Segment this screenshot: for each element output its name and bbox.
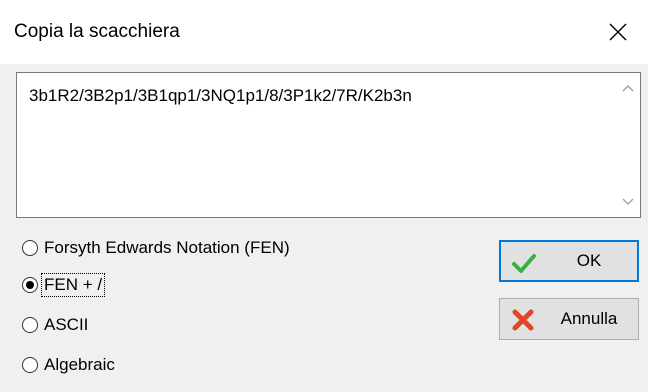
radio-label: Algebraic <box>44 355 115 374</box>
close-icon <box>609 23 627 41</box>
red-x-icon <box>512 309 534 331</box>
radio-fen[interactable]: Forsyth Edwards Notation (FEN) <box>22 235 292 261</box>
radio-label: Forsyth Edwards Notation (FEN) <box>44 238 290 257</box>
close-button[interactable] <box>588 0 648 64</box>
radio-algebraic[interactable]: Algebraic <box>22 352 117 378</box>
checkmark-icon <box>512 254 536 273</box>
vertical-scrollbar[interactable] <box>616 73 640 217</box>
ok-label: OK <box>576 251 602 270</box>
radio-label: FEN + / <box>40 273 106 297</box>
radio-button[interactable] <box>22 317 38 333</box>
radio-button[interactable] <box>22 240 38 256</box>
dialog-title: Copia la scacchiera <box>14 21 180 42</box>
title-bar: Copia la scacchiera <box>0 0 648 64</box>
fen-text: 3b1R2/3B2p1/3B1qp1/3NQ1p1/8/3P1k2/7R/K2b… <box>29 86 412 105</box>
radio-fen-slash[interactable]: FEN + / <box>22 272 106 298</box>
radio-button[interactable] <box>22 277 38 293</box>
ok-button[interactable]: OK <box>499 240 639 282</box>
chevron-up-icon <box>622 85 634 92</box>
radio-label: ASCII <box>44 315 89 334</box>
chevron-down-icon <box>622 198 634 205</box>
radio-ascii[interactable]: ASCII <box>22 312 90 338</box>
fen-textarea[interactable]: 3b1R2/3B2p1/3B1qp1/3NQ1p1/8/3P1k2/7R/K2b… <box>16 72 641 218</box>
scroll-up-button[interactable] <box>616 73 640 103</box>
cancel-button[interactable]: Annulla <box>499 298 639 340</box>
cancel-label: Annulla <box>560 309 618 328</box>
radio-button[interactable] <box>22 357 38 373</box>
scroll-down-button[interactable] <box>616 187 640 217</box>
